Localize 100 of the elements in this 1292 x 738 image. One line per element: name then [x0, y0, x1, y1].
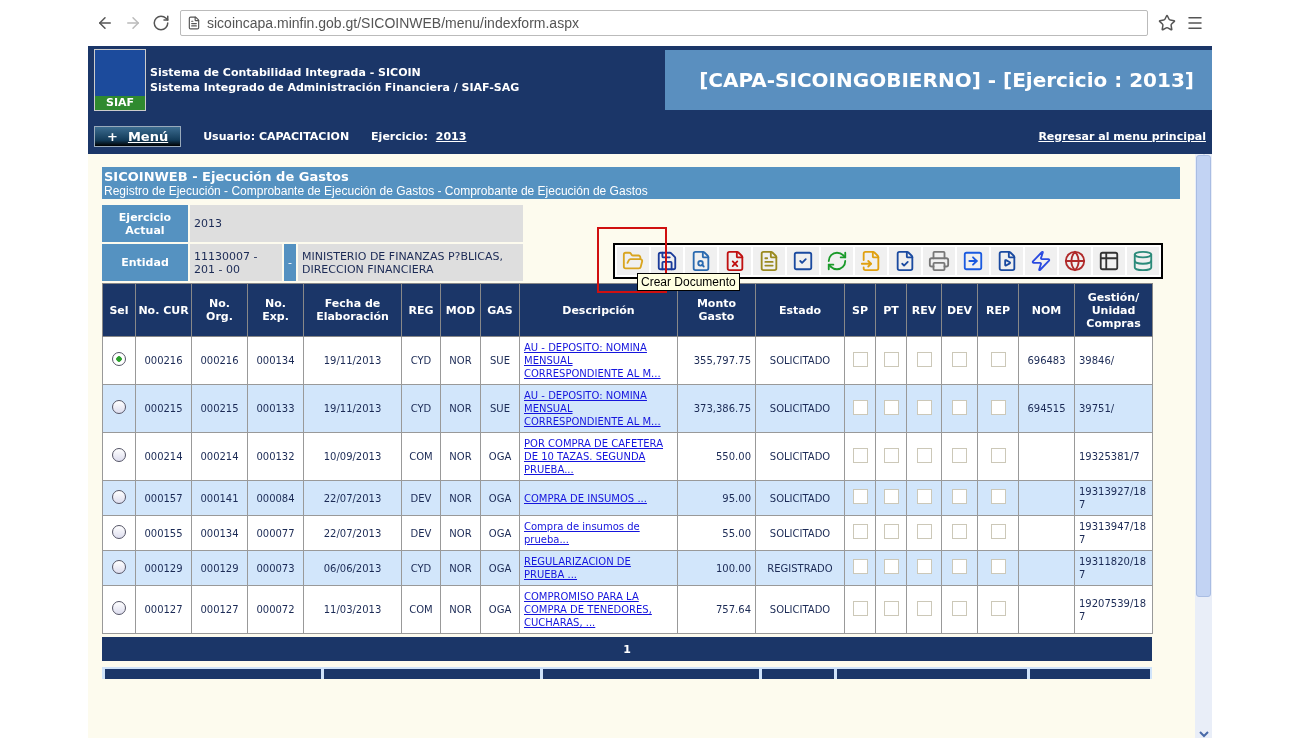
- table-cell: 000132: [247, 432, 304, 481]
- table-cell: OGA: [480, 432, 520, 481]
- checkbox[interactable]: [852, 524, 868, 539]
- checkbox[interactable]: [883, 524, 899, 539]
- checkbox[interactable]: [916, 489, 932, 504]
- checkbox[interactable]: [916, 399, 932, 415]
- table-cell: 000155: [135, 515, 192, 551]
- magnifier-document-icon[interactable]: [685, 247, 717, 275]
- back-to-menu-link[interactable]: Regresar al menu principal: [1038, 129, 1206, 143]
- radio-button[interactable]: [112, 352, 126, 366]
- scrollbar[interactable]: [1195, 154, 1212, 738]
- refresh-icon[interactable]: [821, 247, 853, 275]
- table-cell: 000157: [135, 480, 192, 516]
- column-header: PT: [875, 283, 907, 337]
- menu-button[interactable]: + Menú: [94, 125, 182, 147]
- back-icon[interactable]: [96, 14, 114, 32]
- forward-icon[interactable]: [124, 14, 142, 32]
- checkbox[interactable]: [883, 559, 899, 574]
- checkbox[interactable]: [952, 351, 967, 367]
- radio-button[interactable]: [112, 601, 126, 615]
- checkbox[interactable]: [952, 600, 967, 616]
- radio-button[interactable]: [112, 400, 126, 414]
- radio-button[interactable]: [112, 448, 126, 462]
- field-label: Entidad: [102, 244, 188, 281]
- scroll-down-icon[interactable]: [1198, 730, 1209, 738]
- checked-document-icon[interactable]: [889, 247, 921, 275]
- checkbox[interactable]: [952, 447, 967, 463]
- checkbox[interactable]: [852, 399, 868, 415]
- breadcrumb: Registro de Ejecución - Comprobante de Ejecución de Gastos - Comprobante de Ejecución de Gastos: [104, 184, 649, 198]
- radio-button[interactable]: [112, 524, 126, 539]
- radio-button[interactable]: [112, 559, 126, 574]
- checkbox[interactable]: [990, 489, 1006, 504]
- reload-icon[interactable]: [152, 14, 170, 32]
- table-cell: SOLICITADO: [755, 585, 845, 634]
- checkbox[interactable]: [883, 489, 899, 504]
- table-cell: SUE: [480, 384, 520, 433]
- checkbox[interactable]: [852, 600, 868, 616]
- checkbox[interactable]: [990, 559, 1006, 574]
- table-icon[interactable]: [1093, 247, 1125, 275]
- checkbox[interactable]: [952, 399, 967, 415]
- year-link[interactable]: 2013: [435, 129, 467, 143]
- star-icon[interactable]: [1158, 14, 1176, 32]
- table-cell: NOR: [440, 515, 481, 551]
- table-cell: 000072: [247, 585, 304, 634]
- table-cell: COM: [401, 585, 441, 634]
- checkbox[interactable]: [916, 600, 932, 616]
- table-cell: OGA: [480, 585, 520, 634]
- column-header: Fecha de Elaboración: [303, 283, 402, 337]
- table-cell: 19313947/187: [1074, 515, 1153, 551]
- checkbox[interactable]: [990, 600, 1006, 616]
- checkbox[interactable]: [990, 351, 1006, 367]
- page-number[interactable]: 1: [623, 642, 631, 656]
- lightning-icon[interactable]: [1025, 247, 1057, 275]
- checkbox[interactable]: [916, 559, 932, 574]
- checkbox[interactable]: [952, 559, 967, 574]
- checkbox[interactable]: [883, 600, 899, 616]
- column-header: SP: [844, 283, 876, 337]
- radio-button[interactable]: [112, 489, 126, 504]
- checkbox[interactable]: [883, 399, 899, 415]
- checkbox[interactable]: [916, 524, 932, 539]
- column-header: DEV: [941, 283, 978, 337]
- checkbox[interactable]: [916, 351, 932, 367]
- column-header: Estado: [755, 283, 845, 337]
- table-cell: 000134: [191, 515, 248, 551]
- database-icon[interactable]: [1127, 247, 1159, 275]
- checkbox[interactable]: [916, 447, 932, 463]
- checkbox[interactable]: [990, 524, 1006, 539]
- table-cell: 000133: [247, 384, 304, 433]
- table-cell: NOR: [440, 550, 481, 586]
- checkbox[interactable]: [852, 559, 868, 574]
- table-cell: 100.00: [677, 550, 756, 586]
- checkbox[interactable]: [952, 524, 967, 539]
- table-cell: 000129: [191, 550, 248, 586]
- checkbox-icon[interactable]: [787, 247, 819, 275]
- checkbox[interactable]: [952, 489, 967, 504]
- document-camera-icon[interactable]: [991, 247, 1023, 275]
- table-cell: 06/06/2013: [303, 550, 402, 586]
- globe-icon[interactable]: [1059, 247, 1091, 275]
- checkbox[interactable]: [883, 447, 899, 463]
- address-bar[interactable]: sicoincapa.minfin.gob.gt/SICOINWEB/menu/indexform.aspx: [180, 10, 1148, 36]
- checkbox[interactable]: [852, 351, 868, 367]
- column-header: REP: [977, 283, 1019, 337]
- checkbox[interactable]: [990, 399, 1006, 415]
- table-cell: 19/11/2013: [303, 336, 402, 385]
- checkbox[interactable]: [883, 351, 899, 367]
- system-title: Sistema de Contabilidad Integrada - SICOIN: [150, 65, 422, 80]
- column-header: REV: [906, 283, 942, 337]
- checkbox[interactable]: [990, 447, 1006, 463]
- checkbox[interactable]: [852, 489, 868, 504]
- menu-icon[interactable]: [1186, 14, 1204, 32]
- document-cross-icon[interactable]: [719, 247, 751, 275]
- table-cell: 000216: [135, 336, 192, 385]
- table-cell: 373,386.75: [677, 384, 756, 433]
- checkbox[interactable]: [852, 447, 868, 463]
- separator-label: -: [284, 244, 296, 281]
- column-header: MOD: [440, 283, 481, 337]
- arrow-right-icon[interactable]: [957, 247, 989, 275]
- table-cell: 39751/: [1074, 384, 1153, 433]
- printer-icon[interactable]: [923, 247, 955, 275]
- table-cell: 39846/: [1074, 336, 1153, 385]
